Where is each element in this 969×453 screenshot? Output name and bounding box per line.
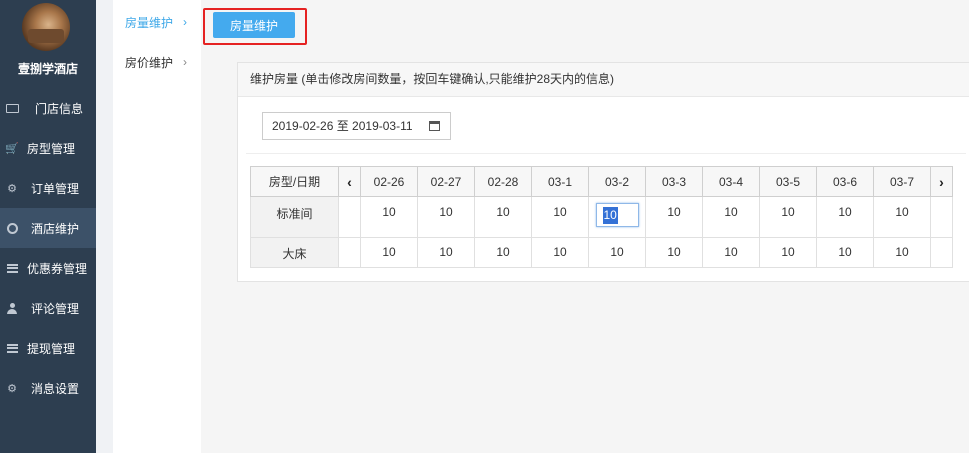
cart-icon: 🛒 xyxy=(5,142,19,155)
quantity-input-value: 10 xyxy=(602,207,618,224)
room-quantity-table: 房型/日期 ‹ 02-26 02-27 02-28 03-1 03-2 03-3… xyxy=(250,166,953,268)
id-card-icon xyxy=(5,101,19,115)
table-header-row: 房型/日期 ‹ 02-26 02-27 02-28 03-1 03-2 03-3… xyxy=(250,166,953,197)
chevron-right-icon: › xyxy=(183,15,187,29)
sub-navigation: 房量维护 › 房价维护 › xyxy=(113,0,201,453)
ring-icon xyxy=(5,221,19,235)
quantity-cell[interactable]: 10 xyxy=(531,237,589,268)
tab-room-quantity[interactable]: 房量维护 xyxy=(213,12,295,38)
quantity-cell[interactable]: 10 xyxy=(702,196,760,238)
quantity-cell[interactable]: 10 xyxy=(645,196,703,238)
quantity-input-wrapper: 10 xyxy=(595,203,639,230)
quantity-cell[interactable]: 10 xyxy=(417,237,475,268)
date-header: 03-2 xyxy=(588,166,646,197)
spacer-cell xyxy=(930,196,953,238)
date-header: 03-7 xyxy=(873,166,931,197)
sidebar-item-label: 提现管理 xyxy=(27,341,76,356)
date-range-picker[interactable]: 2019-02-26 至 2019-03-11 xyxy=(262,112,451,140)
gear-icon: ⚙ xyxy=(7,182,17,195)
sidebar-item-hotel-maintenance[interactable]: 酒店维护 xyxy=(0,208,96,248)
quantity-cell[interactable]: 10 xyxy=(417,196,475,238)
quantity-cell[interactable]: 10 xyxy=(702,237,760,268)
date-header: 03-5 xyxy=(759,166,817,197)
room-type-cell: 大床 xyxy=(250,237,339,268)
hotel-avatar xyxy=(22,3,70,51)
quantity-cell[interactable]: 10 xyxy=(873,196,931,238)
quantity-cell[interactable]: 10 xyxy=(474,196,532,238)
sidebar-item-coupons[interactable]: 优惠券管理 xyxy=(0,248,96,288)
date-header: 02-26 xyxy=(360,166,418,197)
chevron-right-icon: › xyxy=(183,55,187,69)
subnav-item-label: 房价维护 xyxy=(125,55,174,70)
subnav-item-label: 房量维护 xyxy=(125,15,174,30)
user-icon xyxy=(5,301,19,315)
sidebar-item-label: 订单管理 xyxy=(31,181,80,196)
chevron-left-icon: ‹ xyxy=(347,173,352,190)
panel-title: 维护房量 (单击修改房间数量，按回车键确认,只能维护28天内的信息) xyxy=(238,63,969,97)
quantity-cell[interactable]: 10 xyxy=(588,237,646,268)
subnav-item-room-quantity[interactable]: 房量维护 › xyxy=(113,2,201,42)
quantity-cell[interactable]: 10 xyxy=(759,196,817,238)
sidebar-item-messages[interactable]: ⚙ 消息设置 xyxy=(0,368,96,408)
date-header: 03-1 xyxy=(531,166,589,197)
quantity-cell[interactable]: 10 xyxy=(360,237,418,268)
main-content: 房量维护 维护房量 (单击修改房间数量，按回车键确认,只能维护28天内的信息) … xyxy=(201,0,969,453)
room-type-cell: 标准间 xyxy=(250,196,339,238)
sidebar-item-label: 评论管理 xyxy=(31,301,80,316)
header-room-type-date: 房型/日期 xyxy=(250,166,339,197)
quantity-cell[interactable]: 10 xyxy=(531,196,589,238)
gear-icon: ⚙ xyxy=(7,382,17,395)
quantity-cell[interactable]: 10 xyxy=(759,237,817,268)
sidebar-item-store-info[interactable]: 门店信息 xyxy=(0,88,96,128)
sidebar-item-label: 酒店维护 xyxy=(31,221,80,236)
room-quantity-panel: 维护房量 (单击修改房间数量，按回车键确认,只能维护28天内的信息) 2019-… xyxy=(237,62,969,282)
spacer-cell xyxy=(338,196,361,238)
sidebar-item-withdrawals[interactable]: 提现管理 xyxy=(0,328,96,368)
hotel-name: 壹捌学酒店 xyxy=(17,62,78,76)
sidebar-item-orders[interactable]: ⚙ 订单管理 xyxy=(0,168,96,208)
date-header: 02-27 xyxy=(417,166,475,197)
quantity-cell[interactable]: 10 xyxy=(474,237,532,268)
table-row: 标准间 10 10 10 10 10 10 10 10 10 10 xyxy=(250,196,953,238)
subnav-item-room-price[interactable]: 房价维护 › xyxy=(113,42,201,82)
spacer-cell xyxy=(338,237,361,268)
date-range-value: 2019-02-26 至 2019-03-11 xyxy=(272,119,413,133)
list-icon xyxy=(5,341,19,355)
quantity-cell[interactable]: 10 xyxy=(873,237,931,268)
sidebar-item-label: 门店信息 xyxy=(35,101,84,116)
next-dates-button[interactable]: › xyxy=(930,166,953,197)
date-header: 02-28 xyxy=(474,166,532,197)
calendar-icon xyxy=(429,121,440,131)
list-icon xyxy=(5,261,19,275)
grid-container: 房型/日期 ‹ 02-26 02-27 02-28 03-1 03-2 03-3… xyxy=(246,153,966,273)
prev-dates-button[interactable]: ‹ xyxy=(338,166,361,197)
sidebar-item-label: 消息设置 xyxy=(31,381,80,396)
quantity-cell-editing[interactable]: 10 xyxy=(588,196,646,238)
quantity-cell[interactable]: 10 xyxy=(360,196,418,238)
sidebar-item-reviews[interactable]: 评论管理 xyxy=(0,288,96,328)
chevron-right-icon: › xyxy=(939,173,944,190)
sidebar-item-room-types[interactable]: 🛒 房型管理 xyxy=(0,128,96,168)
date-header: 03-4 xyxy=(702,166,760,197)
spacer-cell xyxy=(930,237,953,268)
quantity-cell[interactable]: 10 xyxy=(816,237,874,268)
quantity-cell[interactable]: 10 xyxy=(645,237,703,268)
table-row: 大床 10 10 10 10 10 10 10 10 10 10 xyxy=(250,237,953,268)
date-header: 03-3 xyxy=(645,166,703,197)
sidebar-item-label: 优惠券管理 xyxy=(27,261,88,276)
sidebar-item-label: 房型管理 xyxy=(27,141,76,156)
quantity-cell[interactable]: 10 xyxy=(816,196,874,238)
sidebar: 壹捌学酒店 门店信息 🛒 房型管理 ⚙ 订单管理 酒店维护 优惠券管理 评论管理… xyxy=(0,0,96,453)
date-header: 03-6 xyxy=(816,166,874,197)
